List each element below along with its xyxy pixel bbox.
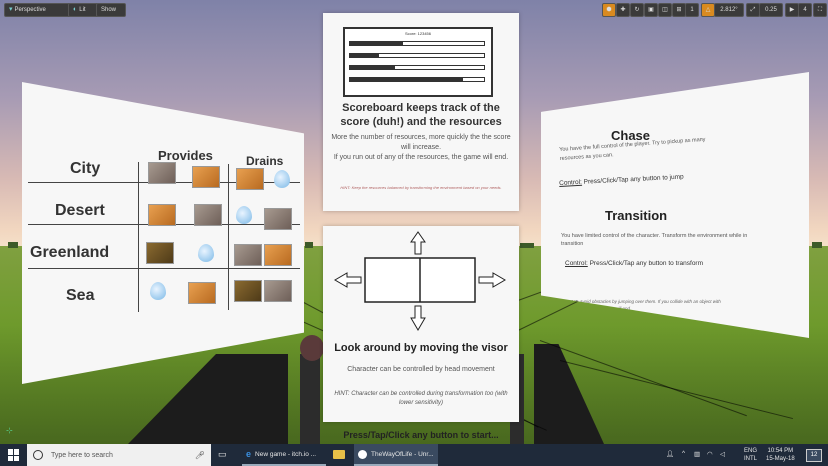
clock[interactable]: 10:54 PM 15-May-18: [766, 447, 795, 463]
score-label: Score: 123456: [404, 31, 432, 36]
scoreboard-panel: Score: 123456 Scoreboard keeps track of …: [323, 13, 519, 211]
realtime-toggle-icon[interactable]: ⬢: [602, 3, 616, 17]
volume-icon[interactable]: ◁: [720, 450, 725, 458]
visor-diagram: [334, 231, 506, 331]
notification-center-icon[interactable]: 12: [806, 449, 822, 462]
edge-browser-icon: e: [246, 449, 252, 459]
row-label-desert: Desert: [55, 202, 105, 219]
maximize-viewport-icon[interactable]: ⛶: [813, 3, 827, 17]
rotate-icon[interactable]: ↻: [630, 3, 644, 17]
provides-header: Provides: [158, 148, 213, 163]
scoreboard-title: Scoreboard keeps track of the score (duh…: [340, 102, 502, 128]
resource-icon-building: [264, 208, 292, 230]
taskbar-app-label: TheWayOfLife - Unr...: [371, 450, 434, 458]
arrow-left-icon: [334, 272, 362, 288]
viewport-menu-icon: ▾: [9, 6, 13, 13]
translate-icon[interactable]: ✚: [616, 3, 630, 17]
visor-panel: Look around by moving the visor Characte…: [323, 226, 519, 422]
show-button[interactable]: Show: [96, 3, 126, 17]
row-label-greenland: Greenland: [30, 244, 110, 261]
resource-icon-food: [148, 204, 176, 226]
scale-icon[interactable]: ▣: [644, 3, 658, 17]
transition-body: You have limited control of the characte…: [561, 233, 748, 247]
lit-icon: ◐: [73, 6, 78, 13]
scale-snap-value[interactable]: 0.25: [759, 3, 783, 17]
resource-icon-water: [236, 206, 252, 224]
file-explorer-icon[interactable]: [333, 450, 345, 459]
angle-snap-icon[interactable]: △: [701, 3, 715, 17]
scale-snap-icon[interactable]: ⤢: [746, 3, 760, 17]
axis-gizmo-icon: ⊹: [6, 426, 13, 435]
viewport[interactable]: ▾ Perspective ◐ Lit Show ⬢ ✚ ↻ ▣ ◫ ⊞ 1 △ 2…: [0, 0, 828, 444]
wifi-icon[interactable]: ◠: [707, 450, 713, 458]
windows-start-icon[interactable]: [8, 449, 20, 461]
resource-table-panel: Provides Drains City Desert Greenland Se…: [22, 82, 304, 384]
resource-icon-building: [234, 244, 262, 266]
resource-icon-food: [192, 166, 220, 188]
table-divider: [28, 268, 300, 269]
character: [300, 335, 324, 361]
arrow-right-icon: [478, 272, 506, 288]
transition-control: Control: Press/Click/Tap any button to t…: [565, 260, 704, 267]
transition-title: Transition: [605, 208, 668, 223]
resource-icon-building: [264, 280, 292, 302]
taskbar-app-itch[interactable]: e New game - itch.io ...: [242, 444, 326, 466]
scoreboard-body: More the number of resources, more quick…: [331, 134, 511, 161]
row-label-city: City: [70, 160, 101, 177]
resource-bar-track: [349, 41, 485, 46]
resource-icon-food: [188, 282, 216, 304]
visor-body: Character can be controlled by head move…: [347, 366, 495, 373]
language-indicator[interactable]: ENG INTL: [744, 447, 757, 463]
scoreboard-illustration: Score: 123456: [343, 27, 493, 97]
resource-icon-water: [198, 244, 214, 262]
resource-bar-track: [349, 77, 485, 82]
table-divider: [228, 164, 229, 310]
resource-bar-track: [349, 65, 485, 70]
arrow-up-icon: [410, 231, 426, 255]
tray-chevron-icon[interactable]: ^: [682, 450, 685, 457]
taskbar-app-label: New game - itch.io ...: [255, 450, 317, 458]
drains-header: Drains: [246, 154, 284, 168]
table-divider: [138, 162, 139, 312]
user-icon[interactable]: 👤︎: [666, 450, 674, 458]
resource-bar-track: [349, 53, 485, 58]
visor-hint: HINT: Character can be controlled during…: [334, 391, 508, 406]
start-prompt[interactable]: Press/Tap/Click any button to start...: [323, 430, 519, 440]
visor-title: Look around by moving the visor: [334, 342, 508, 354]
taskbar-search-box[interactable]: Type here to search 🎤︎: [27, 444, 211, 466]
row-label-sea: Sea: [66, 287, 95, 304]
perspective-button[interactable]: ▾ Perspective: [4, 3, 72, 17]
resource-icon-grain: [146, 242, 174, 264]
arrow-down-icon: [410, 305, 426, 331]
camera-speed-icon[interactable]: ▶: [785, 3, 799, 17]
chase-control: Control: Press/Click/Tap any button to j…: [559, 173, 684, 187]
task-view-icon[interactable]: ▭: [218, 449, 227, 460]
resource-icon-building: [148, 162, 176, 184]
resource-icon-grain: [234, 280, 262, 302]
search-icon: [33, 450, 43, 460]
grid-snap-icon[interactable]: ⊞: [672, 3, 686, 17]
windows-taskbar: Type here to search 🎤︎ ▭ e New game - it…: [0, 444, 828, 466]
search-placeholder: Type here to search: [51, 451, 113, 459]
taskbar-app-unreal[interactable]: TheWayOfLife - Unr...: [354, 444, 438, 466]
controls-panel: Chase You have the full control of the p…: [541, 72, 809, 338]
resource-icon-water: [150, 282, 166, 300]
resource-icon-food: [236, 168, 264, 190]
surface-snap-icon[interactable]: ◫: [658, 3, 672, 17]
camera-speed-value[interactable]: 4: [798, 3, 812, 17]
resource-icon-water: [274, 170, 290, 188]
resource-icon-food: [264, 244, 292, 266]
grid-value[interactable]: 1: [685, 3, 699, 17]
network-icon[interactable]: ▥: [694, 450, 700, 458]
unreal-engine-icon: [358, 449, 367, 459]
microphone-icon[interactable]: 🎤︎: [195, 451, 205, 460]
scoreboard-hint: HINT: Keep the resources balanced by tra…: [340, 185, 502, 190]
tower: [300, 354, 320, 444]
angle-snap-value[interactable]: 2.812°: [714, 3, 744, 17]
resource-icon-building: [194, 204, 222, 226]
